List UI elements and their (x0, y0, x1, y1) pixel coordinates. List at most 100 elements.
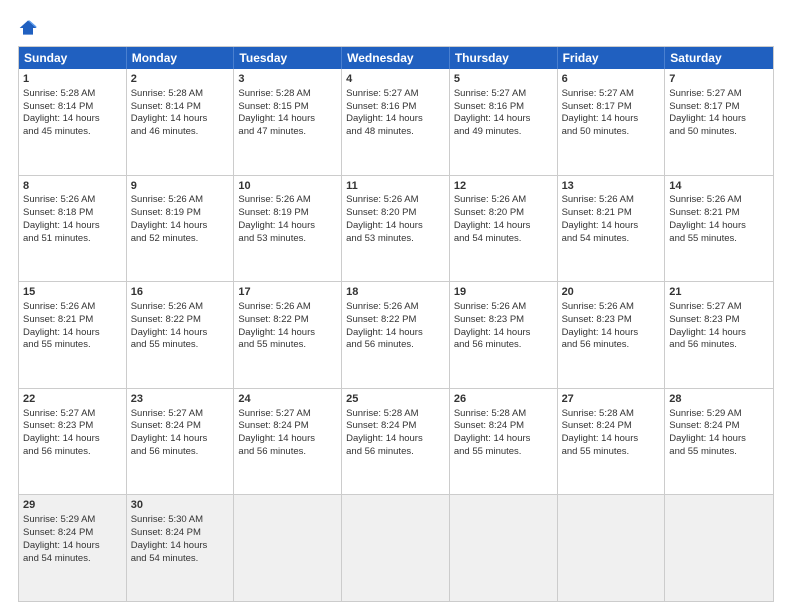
day-info-line: and 47 minutes. (238, 126, 337, 139)
day-info-line: Sunset: 8:24 PM (454, 420, 553, 433)
day-info-line: Daylight: 14 hours (454, 113, 553, 126)
calendar: SundayMondayTuesdayWednesdayThursdayFrid… (18, 46, 774, 602)
calendar-header-row: SundayMondayTuesdayWednesdayThursdayFrid… (19, 47, 773, 69)
calendar-week-5: 29Sunrise: 5:29 AMSunset: 8:24 PMDayligh… (19, 494, 773, 601)
day-number: 21 (669, 285, 769, 300)
day-number: 3 (238, 72, 337, 87)
logo-icon (18, 18, 38, 38)
calendar-cell: 2Sunrise: 5:28 AMSunset: 8:14 PMDaylight… (127, 69, 235, 175)
day-info-line: Daylight: 14 hours (346, 220, 445, 233)
day-info-line: Sunset: 8:23 PM (669, 314, 769, 327)
calendar-cell: 10Sunrise: 5:26 AMSunset: 8:19 PMDayligh… (234, 176, 342, 282)
day-info-line: Sunrise: 5:26 AM (562, 301, 661, 314)
day-info-line: Sunset: 8:22 PM (346, 314, 445, 327)
day-info-line: Sunset: 8:24 PM (346, 420, 445, 433)
calendar-cell: 19Sunrise: 5:26 AMSunset: 8:23 PMDayligh… (450, 282, 558, 388)
page: SundayMondayTuesdayWednesdayThursdayFrid… (0, 0, 792, 612)
calendar-cell: 5Sunrise: 5:27 AMSunset: 8:16 PMDaylight… (450, 69, 558, 175)
day-info-line: Sunset: 8:19 PM (131, 207, 230, 220)
day-info-line: Daylight: 14 hours (562, 220, 661, 233)
day-info-line: Daylight: 14 hours (669, 433, 769, 446)
day-header-monday: Monday (127, 47, 235, 69)
day-number: 4 (346, 72, 445, 87)
day-number: 15 (23, 285, 122, 300)
day-info-line: Sunrise: 5:26 AM (131, 301, 230, 314)
day-info-line: Sunset: 8:24 PM (238, 420, 337, 433)
day-info-line: Sunrise: 5:26 AM (346, 194, 445, 207)
calendar-week-3: 15 Sunrise: 5:26 AM Sunset: 8:21 PM Dayligh… (19, 281, 773, 388)
day-info-line: Daylight: 14 hours (238, 327, 337, 340)
day-number: 27 (562, 392, 661, 407)
calendar-cell: 26Sunrise: 5:28 AMSunset: 8:24 PMDayligh… (450, 389, 558, 495)
day-info-line: Sunrise: 5:26 AM (346, 301, 445, 314)
day-info-line: Sunrise: 5:30 AM (131, 514, 230, 527)
day-number: 17 (238, 285, 337, 300)
day-info-line: Sunset: 8:21 PM (23, 314, 122, 327)
day-info-line: Sunrise: 5:28 AM (131, 88, 230, 101)
day-info-line: and 53 minutes. (238, 233, 337, 246)
day-info-line: Sunset: 8:17 PM (669, 101, 769, 114)
calendar-cell (450, 495, 558, 601)
day-info-line: Daylight: 14 hours (669, 327, 769, 340)
day-info-line: and 50 minutes. (562, 126, 661, 139)
day-info-line: Sunset: 8:24 PM (562, 420, 661, 433)
day-info-line: Sunset: 8:21 PM (669, 207, 769, 220)
day-info-line: and 56 minutes. (23, 446, 122, 459)
calendar-cell: 27Sunrise: 5:28 AMSunset: 8:24 PMDayligh… (558, 389, 666, 495)
calendar-cell: 1Sunrise: 5:28 AMSunset: 8:14 PMDaylight… (19, 69, 127, 175)
day-info-line: Daylight: 14 hours (346, 113, 445, 126)
day-info-line: and 51 minutes. (23, 233, 122, 246)
day-info-line: Sunset: 8:24 PM (131, 527, 230, 540)
day-info-line: Sunrise: 5:27 AM (562, 88, 661, 101)
calendar-cell: 28Sunrise: 5:29 AMSunset: 8:24 PMDayligh… (665, 389, 773, 495)
day-info-line: and 54 minutes. (131, 553, 230, 566)
calendar-cell: 18Sunrise: 5:26 AMSunset: 8:22 PMDayligh… (342, 282, 450, 388)
calendar-cell: 16Sunrise: 5:26 AMSunset: 8:22 PMDayligh… (127, 282, 235, 388)
day-info-line: Sunset: 8:14 PM (131, 101, 230, 114)
day-number: 19 (454, 285, 553, 300)
calendar-cell: 29Sunrise: 5:29 AMSunset: 8:24 PMDayligh… (19, 495, 127, 601)
day-info-line: Sunrise: 5:26 AM (238, 301, 337, 314)
calendar-cell: 14Sunrise: 5:26 AMSunset: 8:21 PMDayligh… (665, 176, 773, 282)
calendar-cell: 22Sunrise: 5:27 AMSunset: 8:23 PMDayligh… (19, 389, 127, 495)
day-number: 30 (131, 498, 230, 513)
day-info-line: Sunset: 8:20 PM (346, 207, 445, 220)
calendar-cell: 6Sunrise: 5:27 AMSunset: 8:17 PMDaylight… (558, 69, 666, 175)
calendar-cell: 20Sunrise: 5:26 AMSunset: 8:23 PMDayligh… (558, 282, 666, 388)
day-info-line: Daylight: 14 hours (454, 327, 553, 340)
day-info-line: and 56 minutes. (346, 446, 445, 459)
day-info-line: and 56 minutes. (669, 339, 769, 352)
day-info-line: Sunrise: 5:26 AM (562, 194, 661, 207)
day-info-line: Daylight: 14 hours (131, 327, 230, 340)
day-info-line: and 48 minutes. (346, 126, 445, 139)
calendar-cell (342, 495, 450, 601)
calendar-cell: 3Sunrise: 5:28 AMSunset: 8:15 PMDaylight… (234, 69, 342, 175)
day-info-line: Sunrise: 5:27 AM (131, 408, 230, 421)
day-info-line: and 54 minutes. (454, 233, 553, 246)
logo (18, 18, 42, 38)
header (18, 18, 774, 38)
day-number: 9 (131, 179, 230, 194)
day-info-line: Sunrise: 5:26 AM (669, 194, 769, 207)
day-header-friday: Friday (558, 47, 666, 69)
day-info-line: Sunrise: 5:29 AM (23, 514, 122, 527)
day-info-line: Sunrise: 5:27 AM (346, 88, 445, 101)
calendar-cell: 30Sunrise: 5:30 AMSunset: 8:24 PMDayligh… (127, 495, 235, 601)
day-number: 28 (669, 392, 769, 407)
day-info-line: Sunset: 8:22 PM (131, 314, 230, 327)
day-number: 11 (346, 179, 445, 194)
calendar-cell (234, 495, 342, 601)
day-info-line: Daylight: 14 hours (562, 433, 661, 446)
day-info-line: Sunset: 8:14 PM (23, 101, 122, 114)
day-number: 24 (238, 392, 337, 407)
calendar-cell: 4Sunrise: 5:27 AMSunset: 8:16 PMDaylight… (342, 69, 450, 175)
day-info-line: Daylight: 14 hours (346, 433, 445, 446)
day-info-line: and 56 minutes. (238, 446, 337, 459)
day-info-line: Sunset: 8:20 PM (454, 207, 553, 220)
calendar-cell: 11Sunrise: 5:26 AMSunset: 8:20 PMDayligh… (342, 176, 450, 282)
day-info-line: Daylight: 14 hours (562, 113, 661, 126)
calendar-week-1: 1Sunrise: 5:28 AMSunset: 8:14 PMDaylight… (19, 69, 773, 175)
day-number: 7 (669, 72, 769, 87)
day-info-line: Sunrise: 5:26 AM (454, 301, 553, 314)
day-info-line: and 55 minutes. (669, 233, 769, 246)
